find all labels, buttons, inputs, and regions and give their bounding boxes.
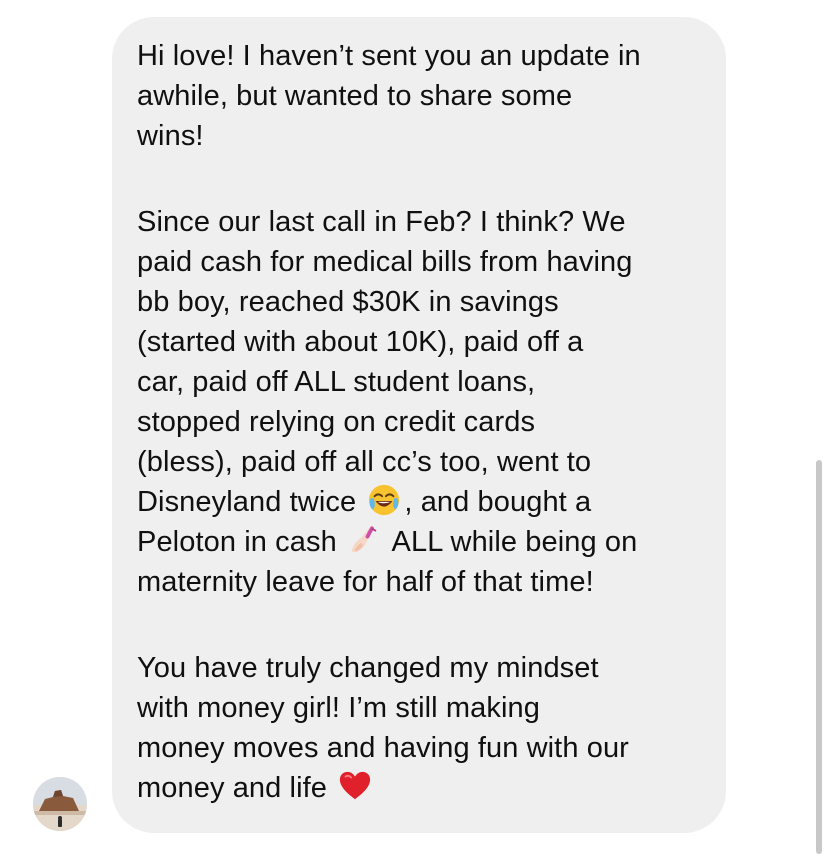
message-line: money moves and having fun with our [137,732,629,764]
scrollbar[interactable] [816,460,822,854]
message-line: (started with about 10K), paid off a [137,326,584,358]
chat-screen: Hi love! I haven’t sent you an update in… [0,0,828,862]
message-line-disneyland: Disneyland twice , and bought a [137,482,717,522]
message-fragment: Peloton in cash [137,526,337,558]
message-line: Since our last call in Feb? I think? We [137,206,626,238]
sender-avatar[interactable] [33,777,87,831]
message-line-peloton: Peloton in cash ALL while being on [137,522,717,562]
message-line: maternity leave for half of that time! [137,566,594,598]
message-line: stopped relying on credit cards [137,406,536,438]
nail-polish-icon [351,526,377,553]
message-fragment: , and bought a [404,486,592,518]
message-line: paid cash for medical bills from having [137,246,633,278]
message-line: awhile, but wanted to share some [137,80,573,112]
message-line: with money girl! I’m still making [137,692,540,724]
message-fragment: money and life [137,772,328,804]
message-text: Hi love! I haven’t sent you an update in… [137,36,717,808]
message-line: (bless), paid off all cc’s too, went to [137,446,592,478]
face-with-tears-of-joy-icon [369,484,400,516]
message-line: wins! [137,120,204,152]
message-fragment: Disneyland twice [137,486,357,518]
message-line: car, paid off ALL student loans, [137,366,536,398]
message-line-last: money and life [137,768,717,808]
desert-butte-icon [33,777,87,831]
message-line: bb boy, reached $30K in savings [137,286,559,318]
message-line: You have truly changed my mindset [137,652,599,684]
message-fragment: ALL while being on [384,526,638,558]
red-heart-icon [340,771,371,800]
message-line: Hi love! I haven’t sent you an update in [137,40,641,72]
